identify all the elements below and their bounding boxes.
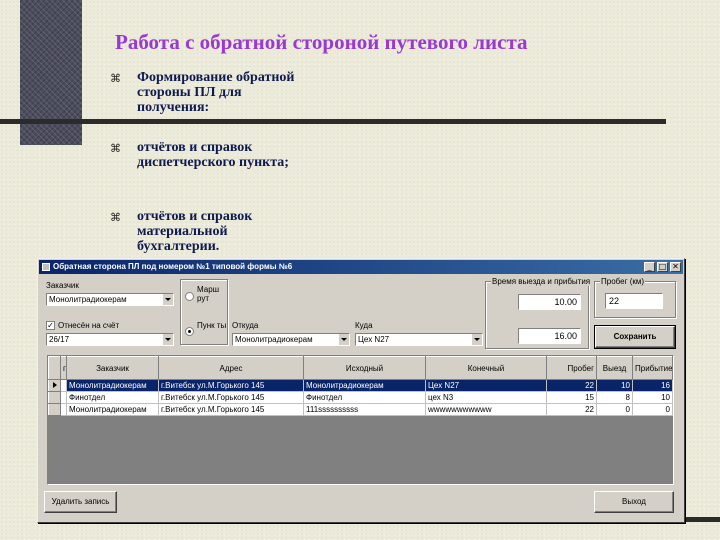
to-select-value: Цех N27 bbox=[358, 335, 390, 344]
time-group-label: Время выезда и прибытия bbox=[491, 277, 592, 286]
close-button[interactable]: ✕ bbox=[670, 262, 681, 272]
table-cell[interactable]: Монолитрадиокерам bbox=[66, 403, 159, 416]
table-cell[interactable]: 10 bbox=[632, 391, 673, 404]
save-button[interactable]: Сохранить bbox=[594, 325, 676, 349]
customer-label: Заказчик bbox=[46, 281, 79, 290]
delete-record-button[interactable]: Удалить запись bbox=[44, 491, 117, 513]
table-cell[interactable]: г.Витебск ул.М.Горького 145 bbox=[158, 403, 304, 416]
column-header[interactable]: Пробег bbox=[546, 356, 597, 380]
from-label: Откуда bbox=[232, 321, 259, 330]
slide-title: Работа с обратной стороной путевого лист… bbox=[115, 30, 528, 54]
bullet-text-3: отчётов и справок материальной бухгалтер… bbox=[137, 209, 253, 254]
app-window: Обратная сторона ПЛ под номером №1 типов… bbox=[37, 258, 685, 523]
column-header[interactable]: Выезд bbox=[596, 356, 633, 380]
radio-points-label: Пунк ты bbox=[197, 321, 227, 330]
column-header[interactable]: Конечный bbox=[425, 356, 547, 380]
table-cell[interactable]: Цех N27 bbox=[425, 379, 547, 392]
table-cell[interactable]: Финотдел bbox=[66, 391, 159, 404]
radio-route[interactable] bbox=[185, 292, 194, 301]
table-cell[interactable]: г.Витебск ул.М.Горького 145 bbox=[158, 379, 304, 392]
window-title: Обратная сторона ПЛ под номером №1 типов… bbox=[53, 262, 293, 271]
table-cell[interactable]: 22 bbox=[546, 379, 597, 392]
table-row[interactable]: Финотдел г.Витебск ул.М.Горького 145 Фин… bbox=[48, 391, 673, 404]
from-select-value: Монолитрадиокерам bbox=[235, 335, 313, 344]
customer-select-value: Монолитрадиокерам bbox=[49, 295, 127, 304]
row-selector[interactable] bbox=[48, 391, 61, 404]
chevron-down-icon[interactable] bbox=[338, 334, 349, 345]
reported-select-value: 26/17 bbox=[49, 335, 70, 344]
row-selector[interactable] bbox=[48, 403, 61, 416]
arrival-time-input[interactable]: 16.00 bbox=[518, 328, 581, 344]
bullet-icon: ⌘ bbox=[110, 211, 121, 224]
reported-select[interactable]: 26/17 bbox=[46, 333, 174, 346]
table-cell[interactable]: wwwwwwwwwww bbox=[425, 403, 547, 416]
reported-label: Отнесён на счёт bbox=[58, 321, 120, 330]
column-header[interactable]: Заказчик bbox=[66, 356, 159, 380]
decorative-line-top bbox=[0, 119, 666, 124]
title-bar[interactable]: Обратная сторона ПЛ под номером №1 типов… bbox=[39, 260, 683, 274]
row-pointer-icon bbox=[53, 382, 57, 388]
departure-time-input[interactable]: 10.00 bbox=[518, 294, 581, 310]
mileage-input[interactable]: 22 bbox=[605, 293, 663, 309]
table-cell[interactable]: 16 bbox=[632, 379, 673, 392]
chevron-down-icon[interactable] bbox=[162, 334, 173, 345]
row-selector[interactable] bbox=[48, 379, 61, 392]
table-cell[interactable]: 8 bbox=[596, 391, 633, 404]
to-select[interactable]: Цех N27 bbox=[355, 333, 483, 346]
table-row[interactable]: Монолитрадиокерам г.Витебск ул.М.Горьког… bbox=[48, 403, 673, 416]
customer-select[interactable]: Монолитрадиокерам bbox=[46, 293, 174, 306]
column-header[interactable]: Прибытие bbox=[632, 356, 673, 380]
maximize-button[interactable]: □ bbox=[657, 262, 668, 272]
mileage-group: Пробег (км) 22 bbox=[594, 277, 676, 318]
table-cell[interactable]: Финотдел bbox=[303, 391, 426, 404]
column-header[interactable]: Адрес bbox=[158, 356, 304, 380]
bullet-icon: ⌘ bbox=[110, 72, 121, 85]
table-row[interactable]: Монолитрадиокерам г.Витебск ул.М.Горьког… bbox=[48, 379, 673, 392]
table-cell[interactable]: 0 bbox=[596, 403, 633, 416]
bullet-text-2: отчётов и справок диспетчерского пункта; bbox=[137, 140, 289, 170]
table-cell[interactable]: 22 bbox=[546, 403, 597, 416]
table-cell[interactable]: 111ssssssssss bbox=[303, 403, 426, 416]
chevron-down-icon[interactable] bbox=[162, 294, 173, 305]
table-cell[interactable]: Монолитрадиокерам bbox=[303, 379, 426, 392]
records-table[interactable]: г Заказчик Адрес Исходный Конечный Пробе… bbox=[47, 355, 674, 485]
minimize-button[interactable]: _ bbox=[644, 262, 655, 272]
bullet-icon: ⌘ bbox=[110, 142, 121, 155]
table-cell[interactable]: 0 bbox=[632, 403, 673, 416]
to-label: Куда bbox=[355, 321, 373, 330]
empty-area bbox=[672, 379, 673, 392]
radio-points[interactable] bbox=[185, 327, 194, 336]
table-cell[interactable]: цех N3 bbox=[425, 391, 547, 404]
from-select[interactable]: Монолитрадиокерам bbox=[232, 333, 350, 346]
table-cell[interactable]: г.Витебск ул.М.Горького 145 bbox=[158, 391, 304, 404]
table-cell[interactable]: 15 bbox=[546, 391, 597, 404]
reported-checkbox[interactable]: ✓ bbox=[46, 321, 55, 330]
chevron-down-icon[interactable] bbox=[471, 334, 482, 345]
records-table-body: г Заказчик Адрес Исходный Конечный Пробе… bbox=[48, 356, 673, 416]
empty-area bbox=[672, 391, 673, 404]
time-group: Время выезда и прибытия 10.00 16.00 bbox=[485, 277, 592, 349]
column-header[interactable]: Исходный bbox=[303, 356, 426, 380]
empty-area bbox=[672, 403, 673, 416]
mileage-group-label: Пробег (км) bbox=[600, 277, 646, 286]
table-header-row: г Заказчик Адрес Исходный Конечный Пробе… bbox=[48, 356, 673, 380]
app-icon bbox=[42, 263, 50, 271]
radio-route-label: Марш рут bbox=[197, 285, 220, 303]
table-cell[interactable]: Монолитрадиокерам bbox=[66, 379, 159, 392]
table-cell[interactable]: 10 bbox=[596, 379, 633, 392]
exit-button[interactable]: Выход bbox=[594, 491, 674, 513]
bullet-text-1: Формирование обратной стороны ПЛ для пол… bbox=[137, 70, 295, 115]
row-header-corner bbox=[48, 356, 61, 380]
empty-header bbox=[672, 356, 673, 380]
mode-radio-group: Марш рут Пунк ты bbox=[180, 279, 228, 345]
